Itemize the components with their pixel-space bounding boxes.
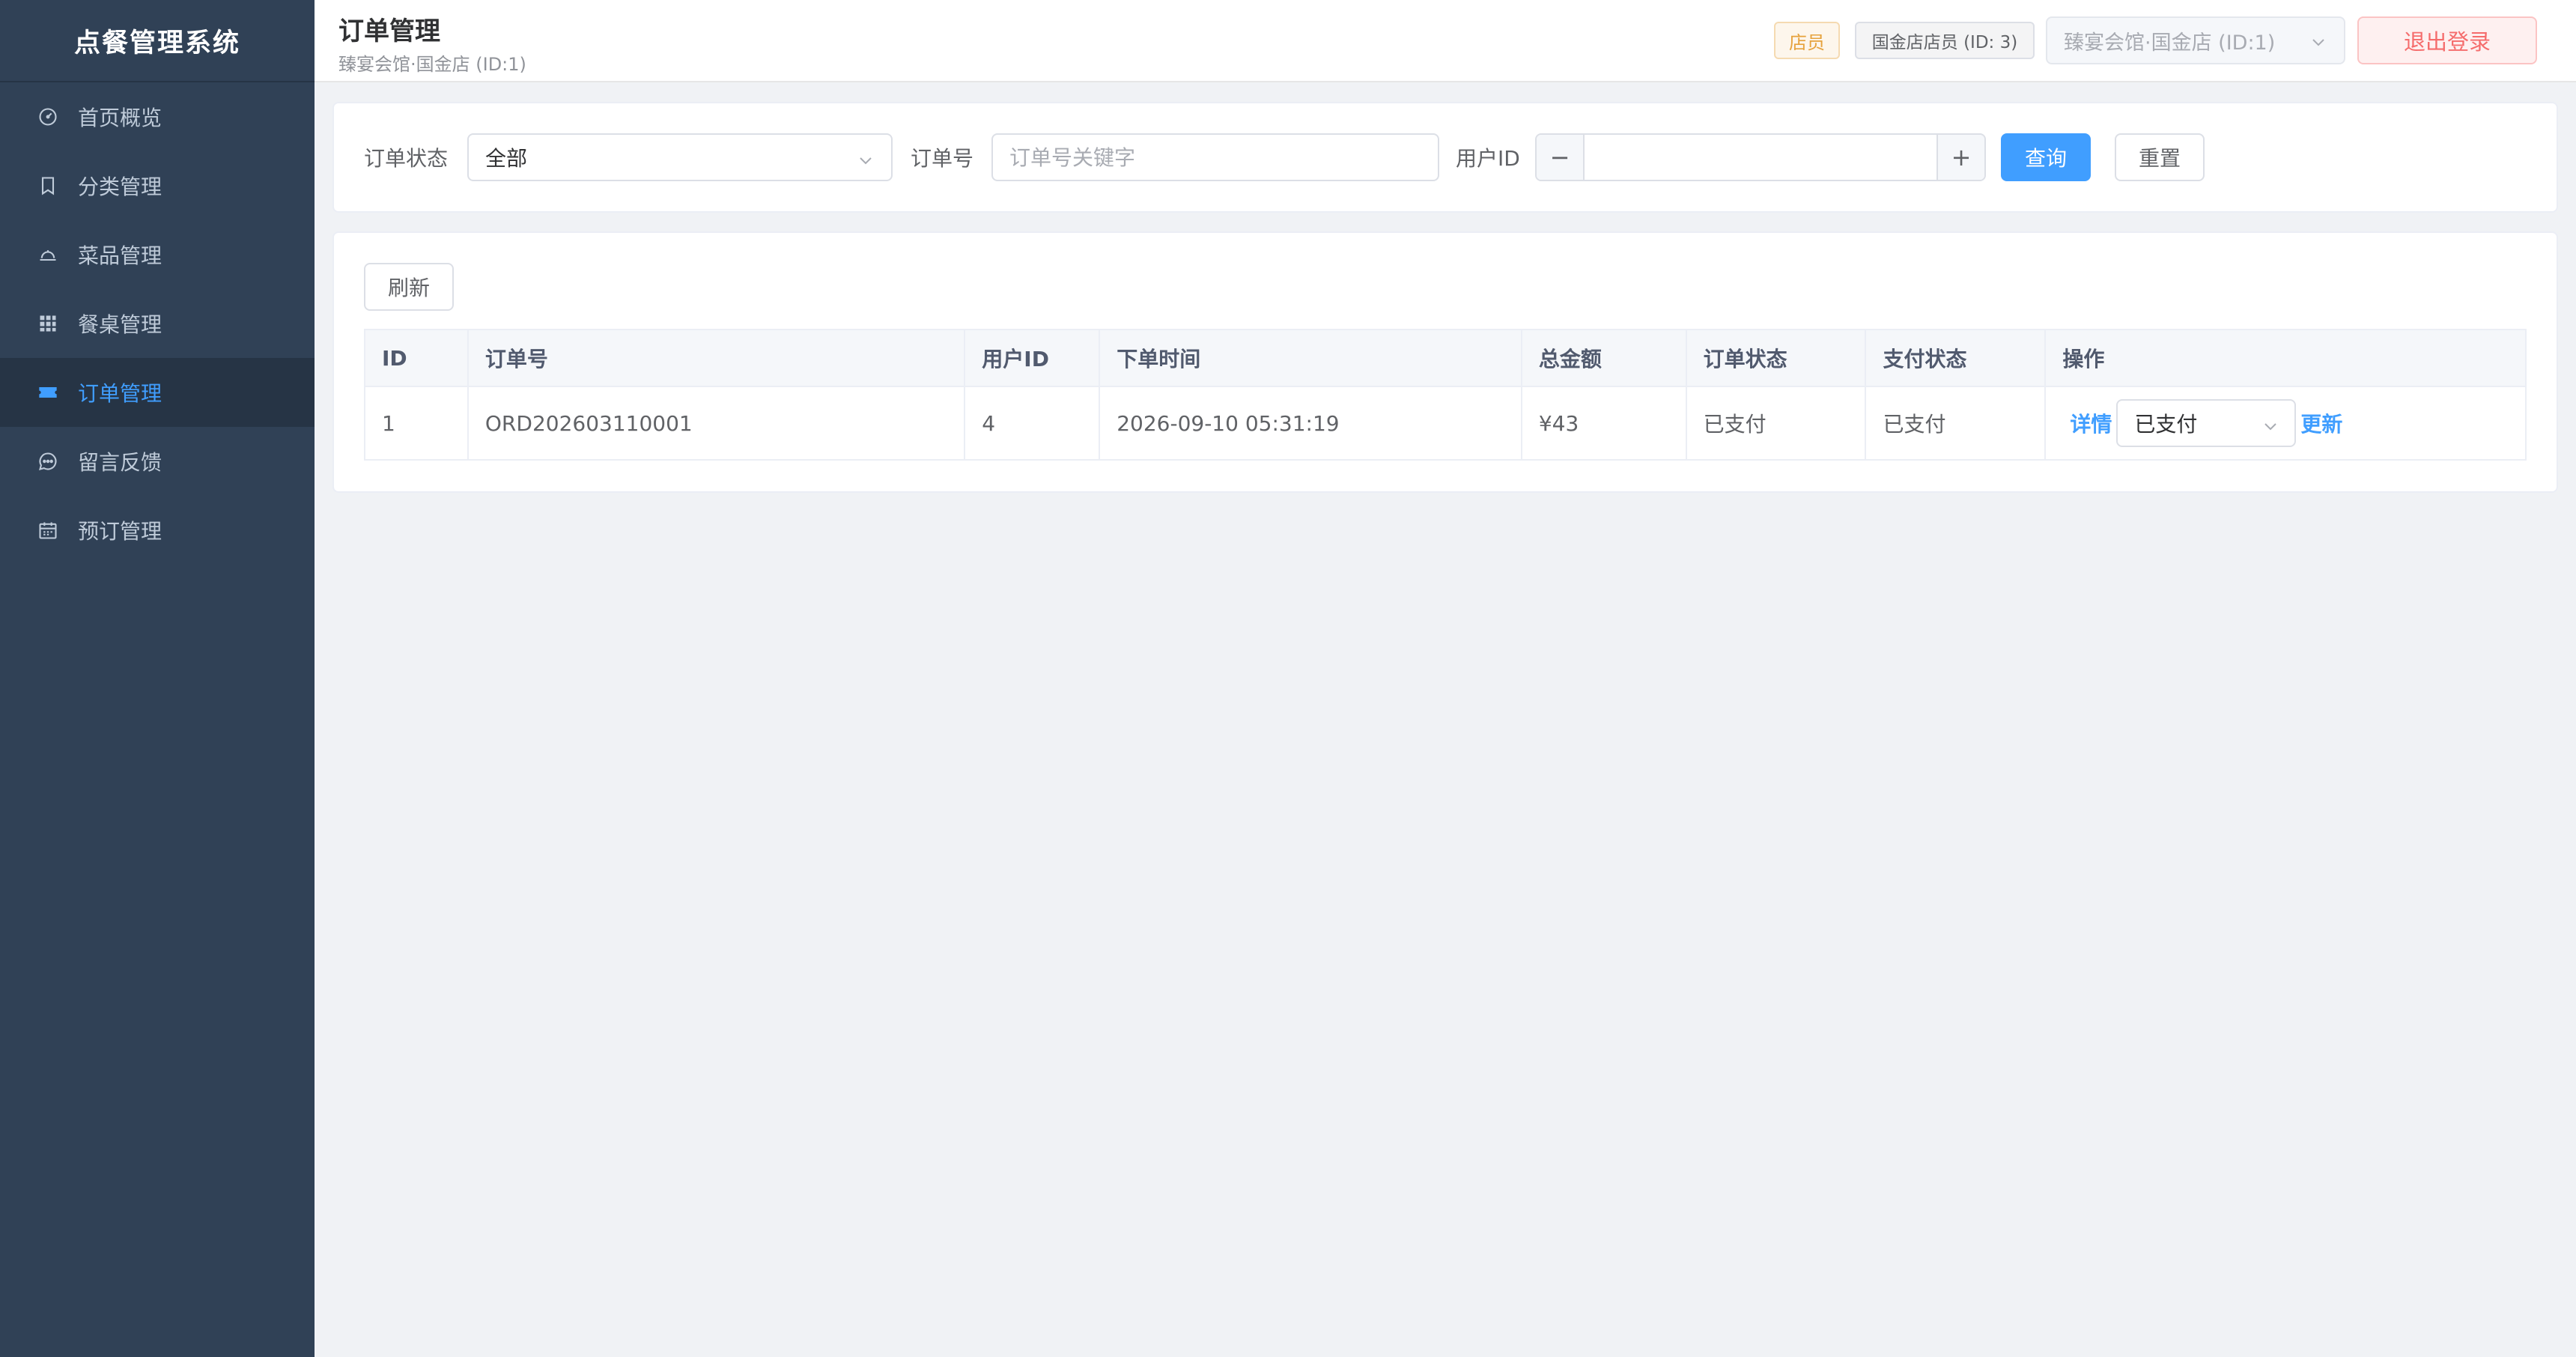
orders-table: ID 订单号 用户ID 下单时间 总金额 订单状态 支付状态 操作 1 ORD2… (364, 329, 2527, 461)
dashboard-icon (37, 106, 58, 127)
sidebar-item-reservations[interactable]: 预订管理 (0, 496, 315, 565)
top-header: 订单管理 臻宴会馆·国金店 (ID:1) 店员 国金店店员 (ID: 3) 臻宴… (315, 0, 2576, 82)
table-header-row: ID 订单号 用户ID 下单时间 总金额 订单状态 支付状态 操作 (364, 329, 2527, 387)
calendar-icon (37, 520, 58, 541)
sidebar-item-tables[interactable]: 餐桌管理 (0, 289, 315, 358)
sidebar-item-dashboard[interactable]: 首页概览 (0, 82, 315, 151)
table-row: 1 ORD202603110001 4 2026-09-10 05:31:19 … (364, 386, 2527, 461)
orders-panel: 刷新 ID 订单号 用户ID 下单时间 总金额 订单状态 支付状态 操作 1 O… (332, 231, 2558, 493)
sidebar-item-label: 预订管理 (78, 519, 162, 544)
sidebar-item-feedback[interactable]: 留言反馈 (0, 427, 315, 496)
user-id-label: 用户ID (1456, 146, 1520, 171)
store-select-value: 臻宴会馆·国金店 (ID:1) (2064, 31, 2276, 55)
status-filter-label: 订单状态 (364, 146, 449, 171)
sidebar-item-dishes[interactable]: 菜品管理 (0, 220, 315, 289)
cell-actions: 详情 已支付 更新 (2044, 386, 2527, 461)
logout-button[interactable]: 退出登录 (2357, 16, 2537, 64)
user-badge: 国金店店员 (ID: 3) (1855, 22, 2035, 59)
sidebar-item-label: 留言反馈 (78, 450, 162, 475)
sidebar-item-orders[interactable]: 订单管理 (0, 358, 315, 427)
sidebar: 点餐管理系统 首页概览 分类管理 菜品管理 餐桌管理 订单管理 留言反馈 预订管… (0, 0, 315, 1357)
sidebar-item-label: 餐桌管理 (78, 312, 162, 337)
ticket-icon (37, 382, 58, 403)
column-header-order-no: 订单号 (467, 329, 966, 387)
role-badge: 店员 (1774, 22, 1840, 59)
column-header-order-status: 订单状态 (1685, 329, 1867, 387)
order-no-input[interactable] (991, 133, 1439, 181)
grid-icon (37, 313, 58, 334)
order-no-label: 订单号 (911, 146, 974, 171)
sidebar-menu: 首页概览 分类管理 菜品管理 餐桌管理 订单管理 留言反馈 预订管理 (0, 82, 315, 565)
sidebar-item-label: 分类管理 (78, 174, 162, 199)
increment-button[interactable]: + (1936, 135, 1984, 180)
column-header-pay-status: 支付状态 (1865, 329, 2047, 387)
chevron-down-icon (857, 150, 875, 174)
page-subtitle: 臻宴会馆·国金店 (ID:1) (338, 54, 526, 75)
chevron-down-icon (2261, 416, 2279, 440)
column-header-time: 下单时间 (1099, 329, 1522, 387)
column-header-id: ID (364, 329, 469, 387)
update-link[interactable]: 更新 (2300, 408, 2342, 438)
user-id-input[interactable] (1585, 135, 1936, 180)
sidebar-item-label: 菜品管理 (78, 243, 162, 268)
filter-panel: 订单状态 全部 订单号 用户ID − + 查询 重置 (332, 102, 2558, 213)
cell-pay-status: 已支付 (1865, 386, 2047, 461)
detail-link[interactable]: 详情 (2070, 408, 2112, 438)
user-id-stepper: − + (1535, 133, 1986, 181)
reset-button[interactable]: 重置 (2115, 133, 2205, 181)
row-actions: 详情 已支付 更新 (2070, 399, 2509, 447)
column-header-actions: 操作 (2044, 329, 2527, 387)
dish-cover-icon (37, 244, 58, 265)
row-status-select[interactable]: 已支付 (2116, 399, 2297, 447)
app-title: 点餐管理系统 (0, 0, 315, 82)
chat-icon (37, 451, 58, 472)
sidebar-item-category[interactable]: 分类管理 (0, 151, 315, 220)
cell-id: 1 (364, 386, 469, 461)
query-button[interactable]: 查询 (2001, 133, 2091, 181)
column-header-user-id: 用户ID (964, 329, 1101, 387)
sidebar-item-label: 首页概览 (78, 106, 162, 130)
cell-order-no: ORD202603110001 (467, 386, 966, 461)
cell-user-id: 4 (964, 386, 1101, 461)
sidebar-item-label: 订单管理 (78, 381, 162, 406)
page-title: 订单管理 (338, 16, 440, 46)
cell-amount: ¥43 (1520, 386, 1687, 461)
order-status-select-value: 全部 (485, 146, 528, 171)
order-status-select[interactable]: 全部 (467, 133, 893, 181)
decrement-button[interactable]: − (1537, 135, 1585, 180)
cell-time: 2026-09-10 05:31:19 (1099, 386, 1522, 461)
bookmark-icon (37, 175, 58, 196)
column-header-amount: 总金额 (1520, 329, 1687, 387)
chevron-down-icon (2309, 33, 2327, 56)
store-select[interactable]: 臻宴会馆·国金店 (ID:1) (2046, 16, 2345, 64)
row-status-select-value: 已支付 (2134, 412, 2198, 437)
refresh-button[interactable]: 刷新 (364, 263, 454, 311)
cell-order-status: 已支付 (1685, 386, 1867, 461)
